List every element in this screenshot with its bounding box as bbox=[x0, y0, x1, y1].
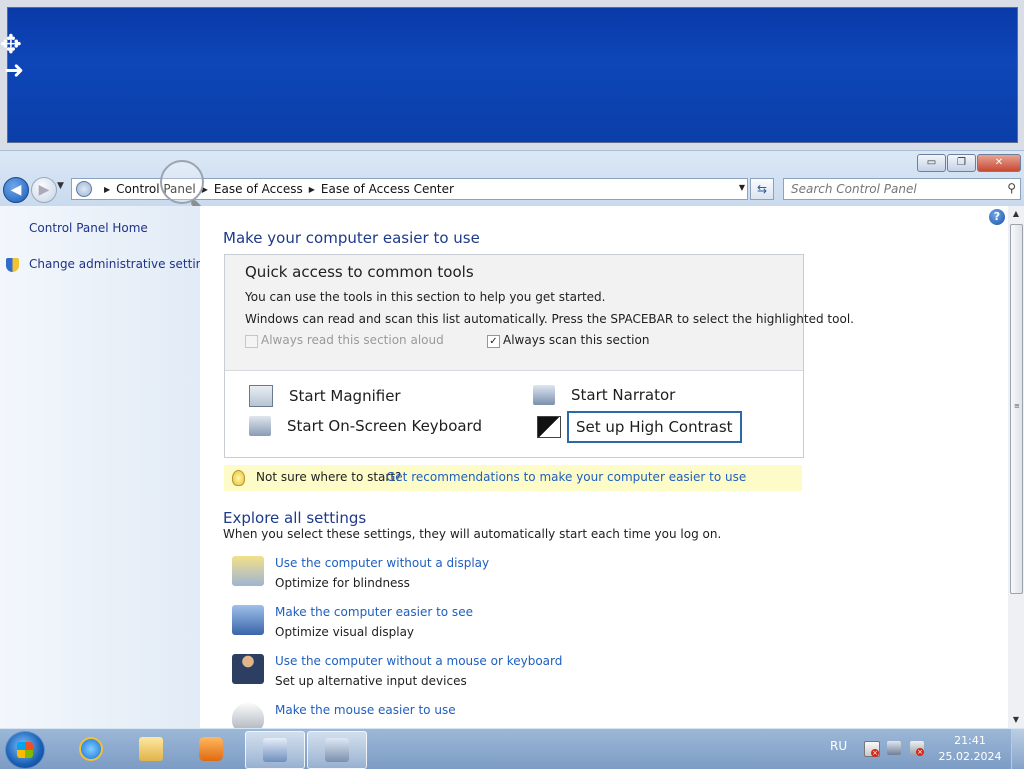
internet-explorer-icon bbox=[79, 737, 103, 761]
page-title: Make your computer easier to use bbox=[223, 229, 480, 247]
explore-intro: When you select these settings, they wil… bbox=[223, 527, 721, 541]
taskbar-explorer[interactable] bbox=[122, 731, 180, 767]
vertical-scrollbar[interactable]: ▲ ≡ ▼ bbox=[1008, 206, 1024, 728]
taskbar-media-player[interactable] bbox=[182, 731, 240, 767]
scroll-down-icon[interactable]: ▼ bbox=[1008, 712, 1024, 728]
breadcrumb-ease-of-access[interactable]: Ease of Access bbox=[214, 182, 303, 196]
breadcrumb-ease-of-access-center[interactable]: Ease of Access Center bbox=[321, 182, 454, 196]
setting-easier-to-see: Make the computer easier to see Optimize… bbox=[232, 605, 732, 645]
without-mouse-keyboard-link[interactable]: Use the computer without a mouse or keyb… bbox=[275, 654, 562, 668]
clock[interactable]: 21:41 25.02.2024 bbox=[936, 733, 1004, 765]
high-contrast-icon bbox=[537, 416, 561, 438]
setting-without-display: Use the computer without a display Optim… bbox=[232, 556, 732, 596]
volume-icon[interactable]: × bbox=[910, 741, 924, 755]
explore-heading: Explore all settings bbox=[223, 509, 366, 527]
refresh-button[interactable]: ⇆ bbox=[750, 178, 774, 200]
start-on-screen-keyboard-button[interactable]: Start On-Screen Keyboard bbox=[249, 416, 482, 436]
taskbar-control-panel[interactable] bbox=[245, 731, 305, 769]
setting-without-mouse-keyboard: Use the computer without a mouse or keyb… bbox=[232, 654, 732, 694]
forward-button[interactable]: ▶ bbox=[31, 177, 57, 203]
narrator-icon bbox=[533, 385, 555, 405]
taskbar-internet-explorer[interactable] bbox=[62, 731, 120, 767]
breadcrumb-separator-icon[interactable]: ▶ bbox=[104, 185, 110, 194]
arrow-cursor-icon: ➜ bbox=[4, 58, 24, 82]
lightbulb-icon bbox=[232, 470, 245, 486]
scroll-up-icon[interactable]: ▲ bbox=[1008, 206, 1024, 222]
get-recommendations-link[interactable]: Get recommendations to make your compute… bbox=[386, 470, 746, 484]
close-button[interactable]: ✕ bbox=[977, 154, 1021, 172]
recent-pages-dropdown[interactable]: ▼ bbox=[57, 181, 64, 191]
control-panel-icon bbox=[76, 181, 92, 197]
clock-date: 25.02.2024 bbox=[936, 749, 1004, 765]
clock-time: 21:41 bbox=[936, 733, 1004, 749]
address-dropdown-icon[interactable]: ▼ bbox=[739, 183, 745, 192]
language-indicator[interactable]: RU bbox=[830, 739, 847, 753]
setting-description: Optimize for blindness bbox=[275, 576, 410, 590]
display-speaker-icon bbox=[232, 556, 264, 586]
magnifier-window: ✥ ➜ bbox=[0, 0, 1024, 150]
windows-logo-icon bbox=[17, 742, 33, 758]
scroll-thumb[interactable]: ≡ bbox=[1010, 224, 1023, 594]
sidebar-item-change-admin-settings[interactable]: Change administrative settings bbox=[29, 257, 217, 271]
magnified-view bbox=[7, 7, 1018, 143]
person-icon bbox=[232, 654, 264, 684]
quick-access-panel: Quick access to common tools You can use… bbox=[224, 254, 804, 458]
recommendation-bar: Not sure where to start? Get recommendat… bbox=[224, 465, 802, 491]
tip-text: Not sure where to start? bbox=[256, 470, 401, 484]
move-cursor-icon: ✥ bbox=[0, 32, 22, 58]
explorer-toolbar: ▭ ❐ ✕ ◀ ▶ ▼ ▶ Control Panel ▶ Ease of Ac… bbox=[0, 150, 1024, 207]
maximize-button[interactable]: ❐ bbox=[947, 154, 976, 172]
help-icon[interactable]: ? bbox=[989, 209, 1005, 225]
folder-icon bbox=[139, 737, 163, 761]
taskbar: RU × × 21:41 25.02.2024 bbox=[0, 728, 1024, 769]
search-input[interactable] bbox=[789, 179, 993, 199]
magnifier-app-icon bbox=[325, 738, 349, 762]
easier-to-see-link[interactable]: Make the computer easier to see bbox=[275, 605, 473, 619]
breadcrumb-separator-icon[interactable]: ▶ bbox=[309, 185, 315, 194]
setting-description: Set up alternative input devices bbox=[275, 674, 467, 688]
back-button[interactable]: ◀ bbox=[3, 177, 29, 203]
network-icon[interactable] bbox=[887, 741, 901, 755]
control-panel-icon bbox=[263, 738, 287, 762]
search-icon[interactable]: ⚲ bbox=[1007, 181, 1016, 195]
quick-access-line1: You can use the tools in this section to… bbox=[245, 290, 605, 304]
media-player-icon bbox=[199, 737, 223, 761]
monitor-magnifier-icon bbox=[232, 605, 264, 635]
setting-mouse-easier: Make the mouse easier to use bbox=[232, 703, 732, 728]
magnifier-lens-icon bbox=[160, 160, 204, 204]
set-up-high-contrast-label: Set up High Contrast bbox=[567, 411, 742, 443]
set-up-high-contrast-button[interactable]: Set up High Contrast bbox=[537, 411, 742, 443]
quick-access-title: Quick access to common tools bbox=[245, 263, 474, 281]
minimize-button[interactable]: ▭ bbox=[917, 154, 946, 172]
muted-badge-icon: × bbox=[916, 748, 924, 756]
read-aloud-checkbox[interactable] bbox=[245, 335, 258, 348]
sidebar-item-control-panel-home[interactable]: Control Panel Home bbox=[29, 221, 148, 235]
show-desktop-button[interactable] bbox=[1011, 729, 1024, 769]
action-center-icon[interactable]: × bbox=[864, 741, 880, 757]
keyboard-icon bbox=[249, 416, 271, 436]
read-aloud-label: Always read this section aloud bbox=[261, 333, 444, 347]
error-badge-icon: × bbox=[871, 749, 879, 757]
start-button[interactable] bbox=[5, 731, 45, 769]
quick-access-header: Quick access to common tools You can use… bbox=[225, 255, 803, 371]
start-narrator-button[interactable]: Start Narrator bbox=[533, 385, 675, 405]
mouse-icon bbox=[232, 703, 264, 728]
shield-icon bbox=[6, 258, 19, 272]
mouse-easier-link[interactable]: Make the mouse easier to use bbox=[275, 703, 456, 717]
start-narrator-label: Start Narrator bbox=[571, 386, 675, 404]
taskbar-magnifier[interactable] bbox=[307, 731, 367, 769]
start-magnifier-button[interactable]: Start Magnifier bbox=[249, 385, 401, 407]
always-scan-label: Always scan this section bbox=[503, 333, 649, 347]
search-box[interactable]: ⚲ bbox=[783, 178, 1021, 200]
setting-description: Optimize visual display bbox=[275, 625, 414, 639]
magnifier-icon bbox=[249, 385, 273, 407]
sidebar: Control Panel Home Change administrative… bbox=[0, 206, 200, 728]
start-magnifier-label: Start Magnifier bbox=[289, 387, 401, 405]
quick-access-line2: Windows can read and scan this list auto… bbox=[245, 312, 854, 326]
always-scan-checkbox[interactable]: ✓ bbox=[487, 335, 500, 348]
grip-icon: ≡ bbox=[1014, 405, 1019, 408]
use-without-display-link[interactable]: Use the computer without a display bbox=[275, 556, 489, 570]
window-controls: ▭ ❐ ✕ bbox=[917, 154, 1021, 172]
start-on-screen-keyboard-label: Start On-Screen Keyboard bbox=[287, 417, 482, 435]
